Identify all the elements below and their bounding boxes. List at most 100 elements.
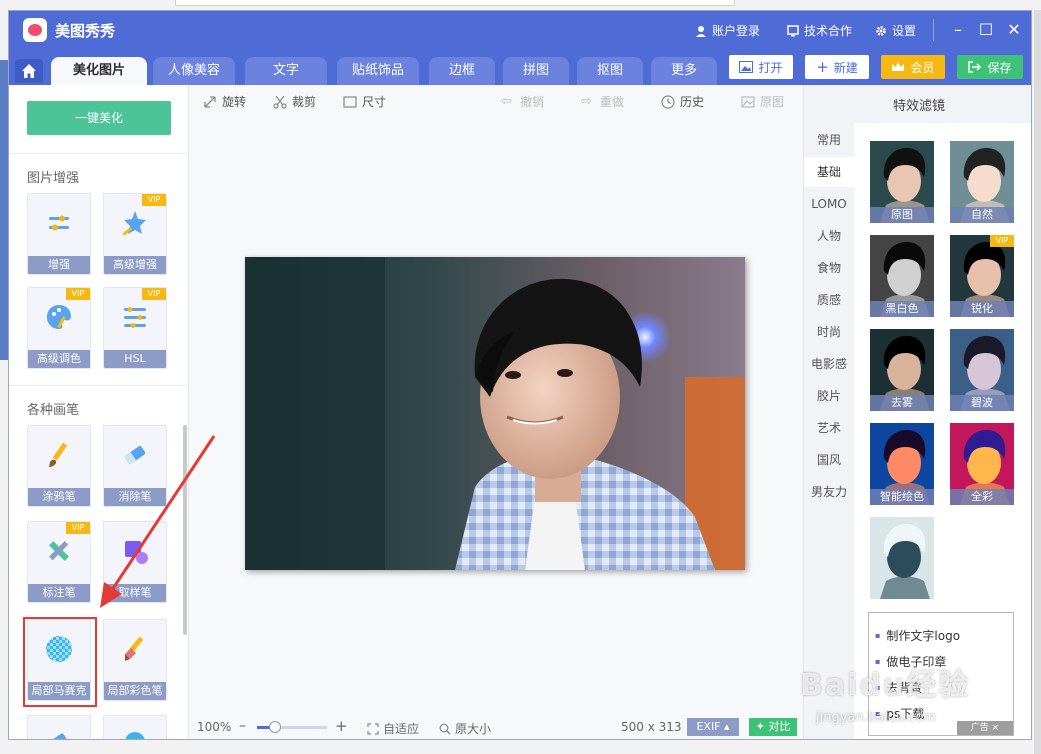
tool-hsl[interactable]: VIP HSL xyxy=(103,287,167,369)
portrait-photo xyxy=(245,257,745,570)
edited-photo[interactable] xyxy=(245,257,745,570)
tab-stickers[interactable]: 贴纸饰品 xyxy=(337,57,419,85)
filter-category-item[interactable]: 国风 xyxy=(804,445,854,475)
zoom-slider-track[interactable] xyxy=(257,726,327,729)
filter-item[interactable]: 去雾 xyxy=(870,329,934,411)
titlebar-divider xyxy=(933,19,934,41)
original-button[interactable]: 原图 xyxy=(741,93,784,110)
redo-icon: ⇨ xyxy=(581,93,592,109)
tool-next-row[interactable] xyxy=(27,715,91,739)
tab-more[interactable]: 更多 xyxy=(651,57,717,85)
tool-doodle-pen[interactable]: 涂鸦笔 xyxy=(27,425,91,507)
brush-section-title: 各种画笔 xyxy=(27,403,80,418)
tab-frames[interactable]: 边框 xyxy=(429,57,495,85)
filter-item[interactable]: VIP 锐化 xyxy=(950,235,1014,317)
filter-category-item[interactable]: 胶片 xyxy=(804,381,854,411)
filter-category-item[interactable]: 基础 xyxy=(804,157,854,187)
filter-item[interactable]: 全彩 xyxy=(950,423,1014,505)
filter-category-item[interactable]: 男友力 xyxy=(804,477,854,507)
user-icon xyxy=(696,25,706,37)
actual-size-button[interactable]: 原大小 xyxy=(439,720,491,737)
filter-category-item[interactable]: 常用 xyxy=(804,125,854,155)
image-canvas[interactable] xyxy=(189,113,803,713)
fit-icon xyxy=(367,722,379,735)
size-button[interactable]: 尺寸 xyxy=(343,93,386,110)
tool-sample-pen[interactable]: 取样笔 xyxy=(103,521,167,603)
tab-portrait[interactable]: 人像美容 xyxy=(153,57,235,85)
save-label: 保存 xyxy=(987,60,1012,75)
save-button[interactable]: 保存 xyxy=(957,55,1023,79)
redo-button[interactable]: ⇨ 重做 xyxy=(581,93,624,110)
filter-category-item[interactable]: 时尚 xyxy=(804,317,854,347)
undo-label: 撤销 xyxy=(520,95,545,109)
tool-eraser-pen[interactable]: 消除笔 xyxy=(103,425,167,507)
tab-text[interactable]: 文字 xyxy=(245,57,327,85)
title-bar: 美图秀秀 账户登录 技术合作 设置 – ☐ ✕ xyxy=(9,11,1031,49)
tab-collage[interactable]: 拼图 xyxy=(503,57,569,85)
crop-button[interactable]: 裁剪 xyxy=(273,93,316,110)
vip-button[interactable]: 会员 xyxy=(881,55,945,79)
mosaic-highlight-box xyxy=(23,617,97,707)
filter-item[interactable]: 自然 xyxy=(950,141,1014,223)
tool-eraser-pen-label: 消除笔 xyxy=(104,488,166,506)
filter-category-item[interactable]: LOMO xyxy=(804,189,854,219)
minimize-icon[interactable]: – xyxy=(947,19,969,41)
zoom-out-icon[interactable]: – xyxy=(239,718,246,734)
sidebar-scrollbar[interactable] xyxy=(183,425,187,635)
fit-button[interactable]: 自适应 xyxy=(367,720,419,737)
gear-icon xyxy=(876,25,886,36)
vip-label: 会员 xyxy=(910,60,935,75)
zoom-slider-knob[interactable] xyxy=(268,721,281,733)
picture-icon xyxy=(741,95,755,108)
close-icon[interactable]: ✕ xyxy=(1003,19,1025,41)
one-click-beautify-button[interactable]: 一键美化 xyxy=(27,101,171,135)
settings-link[interactable]: 设置 xyxy=(875,22,916,39)
maximize-icon[interactable]: ☐ xyxy=(975,19,997,41)
tab-beautify[interactable]: 美化图片 xyxy=(51,57,147,85)
tab-cutout[interactable]: 抠图 xyxy=(577,57,643,85)
filter-category-item[interactable]: 电影感 xyxy=(804,349,854,379)
background-window-edge-right xyxy=(1034,10,1041,754)
filter-item[interactable]: 碧波 xyxy=(950,329,1014,411)
undo-button[interactable]: ⇦ 撤销 xyxy=(501,93,544,110)
home-tab[interactable] xyxy=(15,59,43,83)
rotate-label: 旋转 xyxy=(222,95,247,109)
tool-next-icon xyxy=(125,732,145,739)
filter-item[interactable] xyxy=(870,517,934,599)
tool-marker-pen[interactable]: VIP 标注笔 xyxy=(27,521,91,603)
filter-item[interactable]: 智能绘色 xyxy=(870,423,934,505)
tool-enhance-label: 增强 xyxy=(28,256,90,274)
tool-enhance[interactable]: 增强 xyxy=(27,193,91,275)
filter-item[interactable]: 原图 xyxy=(870,141,934,223)
history-button[interactable]: 历史 xyxy=(661,93,704,110)
sliders-icon xyxy=(49,215,69,231)
background-window-edge xyxy=(0,60,8,360)
tool-next-row[interactable] xyxy=(103,715,167,739)
original-label: 原图 xyxy=(760,95,785,109)
login-link[interactable]: 账户登录 xyxy=(695,22,760,39)
filter-category-item[interactable]: 人物 xyxy=(804,221,854,251)
filter-category-item[interactable]: 艺术 xyxy=(804,413,854,443)
filter-label: 智能绘色 xyxy=(870,489,934,505)
tool-advanced-color[interactable]: VIP 高级调色 xyxy=(27,287,91,369)
vip-badge: VIP xyxy=(66,288,90,300)
scissors-icon xyxy=(273,95,287,109)
filter-category-item[interactable]: 食物 xyxy=(804,253,854,283)
compare-button[interactable]: ✦ 对比 xyxy=(749,718,797,736)
ad-link-text-logo[interactable]: 制作文字logo xyxy=(875,627,1013,653)
zoom-in-icon[interactable]: + xyxy=(335,717,348,735)
exif-button[interactable]: EXIF ▴ xyxy=(687,718,739,736)
filter-item[interactable]: 黑白色 xyxy=(870,235,934,317)
app-title: 美图秀秀 xyxy=(55,22,116,40)
tool-advanced-enhance[interactable]: VIP 高级增强 xyxy=(103,193,167,275)
cooperation-link[interactable]: 技术合作 xyxy=(787,22,852,39)
open-button[interactable]: 打开 xyxy=(729,55,793,79)
magnifier-icon xyxy=(439,723,451,734)
export-icon xyxy=(968,61,982,73)
filter-label: 去雾 xyxy=(870,395,934,411)
ad-close-button[interactable]: 广告 × xyxy=(957,721,1013,735)
new-button[interactable]: + 新建 xyxy=(805,55,869,79)
rotate-button[interactable]: 旋转 xyxy=(203,93,246,110)
filter-category-item[interactable]: 质感 xyxy=(804,285,854,315)
tool-local-color-pen[interactable]: 局部彩色笔 xyxy=(103,619,167,701)
